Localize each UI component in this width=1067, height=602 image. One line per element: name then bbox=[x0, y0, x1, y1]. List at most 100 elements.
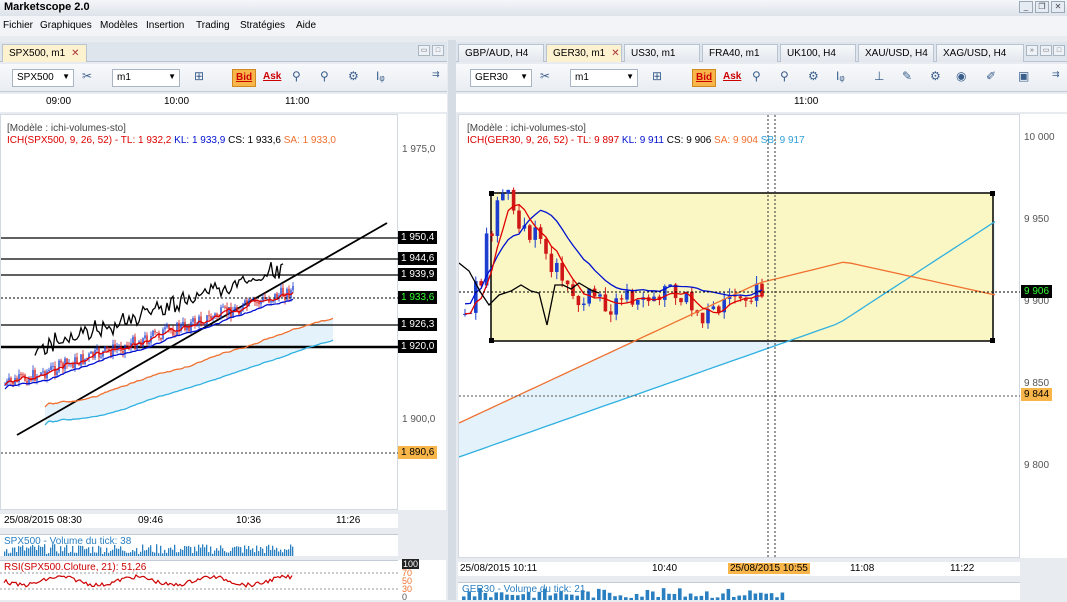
menu-trading[interactable]: Trading bbox=[196, 20, 230, 31]
annotate-icon[interactable]: ✎ bbox=[902, 69, 912, 87]
panel-minimize-icon[interactable]: ▭ bbox=[1040, 45, 1052, 56]
candle-body bbox=[700, 312, 705, 324]
menu-insertion[interactable]: Insertion bbox=[146, 20, 184, 31]
indicator-icon[interactable]: ⚙ bbox=[808, 69, 819, 87]
candle-body bbox=[96, 347, 98, 351]
resize-handle[interactable] bbox=[489, 338, 494, 343]
volume-bar bbox=[182, 549, 184, 556]
symbol-select[interactable]: SPX500 ▼ bbox=[12, 69, 74, 87]
zoom-in-icon[interactable]: ⚲ bbox=[292, 69, 301, 87]
right-tab-bar: GBP/AUD, H4 GER30, m1 ✕ US30, m1 FRA40, m… bbox=[456, 42, 1067, 62]
candle-body bbox=[206, 315, 208, 325]
menu-bar: Fichier Graphiques Modèles Insertion Tra… bbox=[0, 16, 1067, 36]
symbol-select[interactable]: GER30 ▼ bbox=[470, 69, 532, 87]
globe-icon[interactable]: ◉ bbox=[956, 69, 966, 87]
volume-bar bbox=[134, 551, 136, 556]
candle-body bbox=[717, 306, 721, 313]
menu-fichier[interactable]: Fichier bbox=[3, 20, 33, 31]
volume-bar bbox=[140, 551, 142, 556]
volume-bar bbox=[286, 549, 288, 556]
chart-type-icon[interactable]: ⊞ bbox=[194, 69, 204, 87]
zoom-out-icon[interactable]: ⚲ bbox=[320, 69, 329, 87]
minimize-button[interactable]: _ bbox=[1019, 1, 1033, 13]
tab-xag-usd[interactable]: XAG/USD, H4 bbox=[936, 44, 1024, 62]
panel-maximize-icon[interactable]: □ bbox=[432, 45, 444, 56]
tab-overflow-icon[interactable]: » bbox=[1026, 45, 1038, 56]
app-title: Marketscope 2.0 bbox=[4, 1, 90, 13]
toolbar-overflow-icon[interactable]: ⇉ bbox=[1052, 69, 1060, 87]
close-tab-icon[interactable]: ✕ bbox=[611, 48, 619, 59]
menu-aide[interactable]: Aide bbox=[296, 20, 316, 31]
tab-xau-usd[interactable]: XAU/USD, H4 bbox=[858, 44, 934, 62]
candle-body bbox=[22, 374, 24, 376]
volume-bar bbox=[258, 551, 260, 556]
menu-graphiques[interactable]: Graphiques bbox=[40, 20, 92, 31]
remove-indicator-icon[interactable]: ✂ bbox=[540, 69, 550, 87]
volume-bar bbox=[50, 547, 52, 556]
right-price-axis: 10 000 9 950 9 900 9 850 9 800 9 906 9 8… bbox=[1020, 114, 1067, 558]
volume-bar bbox=[645, 589, 650, 600]
restore-button[interactable]: ❐ bbox=[1035, 1, 1049, 13]
zoom-out-icon[interactable]: ⚲ bbox=[780, 69, 789, 87]
properties-icon[interactable]: ⚙ bbox=[930, 69, 941, 87]
remove-indicator-icon[interactable]: ✂ bbox=[82, 69, 92, 87]
volume-bar bbox=[206, 544, 208, 556]
ask-button[interactable]: Ask bbox=[720, 69, 744, 87]
studies-icon[interactable]: Iᵩ bbox=[836, 69, 845, 87]
volume-bar bbox=[521, 594, 525, 600]
menu-strategies[interactable]: Stratégies bbox=[240, 20, 285, 31]
candle-body bbox=[192, 318, 194, 322]
resize-handle[interactable] bbox=[990, 191, 995, 196]
toolbar-overflow-icon[interactable]: ⇉ bbox=[432, 69, 440, 87]
zoom-in-icon[interactable]: ⚲ bbox=[752, 69, 761, 87]
sb-value: SB: 9 917 bbox=[760, 135, 805, 146]
bid-button[interactable]: Bid bbox=[692, 69, 717, 87]
candle-body bbox=[592, 288, 597, 297]
resize-handle[interactable] bbox=[990, 338, 995, 343]
studies-icon[interactable]: Iᵩ bbox=[376, 69, 385, 87]
volume-bar bbox=[94, 552, 96, 556]
crosshair-icon[interactable]: ⊥ bbox=[874, 69, 884, 87]
ask-button[interactable]: Ask bbox=[260, 69, 284, 87]
timeframe-select[interactable]: m1 ▼ bbox=[112, 69, 180, 87]
close-tab-icon[interactable]: ✕ bbox=[71, 48, 79, 59]
candle-body bbox=[280, 287, 282, 296]
tab-uk100[interactable]: UK100, H4 bbox=[780, 44, 856, 62]
volume-bar bbox=[262, 548, 264, 556]
volume-bar bbox=[236, 546, 238, 556]
picture-icon[interactable]: ▣ bbox=[1018, 69, 1029, 87]
candle-body bbox=[690, 291, 694, 311]
right-price-chart[interactable]: [Modèle : ichi-volumes-sto] ICH(GER30, 9… bbox=[458, 114, 1021, 559]
candle-body bbox=[42, 371, 44, 373]
volume-bar bbox=[92, 546, 94, 556]
bid-button[interactable]: Bid bbox=[232, 69, 257, 87]
selection-rectangle[interactable] bbox=[490, 192, 994, 342]
candle-body bbox=[598, 294, 602, 297]
candle-body bbox=[495, 200, 500, 236]
panel-minimize-icon[interactable]: ▭ bbox=[418, 45, 430, 56]
right-date-axis: 25/08/2015 10:11 10:40 25/08/2015 10:55 … bbox=[458, 562, 1020, 576]
candle-body bbox=[711, 306, 716, 310]
chevron-down-icon: ▼ bbox=[626, 72, 634, 81]
volume-bar bbox=[678, 588, 682, 600]
ruler-icon[interactable]: ✐ bbox=[986, 69, 996, 87]
tab-fra40[interactable]: FRA40, m1 bbox=[702, 44, 778, 62]
volume-bar bbox=[244, 545, 246, 556]
left-price-chart[interactable]: [Modèle : ichi-volumes-sto] ICH(SPX500, … bbox=[0, 114, 399, 510]
timeframe-select[interactable]: m1 ▼ bbox=[570, 69, 638, 87]
tab-gbp-aud[interactable]: GBP/AUD, H4 bbox=[458, 44, 544, 62]
volume-bar bbox=[688, 593, 693, 600]
indicator-icon[interactable]: ⚙ bbox=[348, 69, 359, 87]
resize-handle[interactable] bbox=[489, 191, 494, 196]
volume-bar bbox=[672, 593, 677, 600]
panel-maximize-icon[interactable]: □ bbox=[1053, 45, 1065, 56]
menu-modeles[interactable]: Modèles bbox=[100, 20, 138, 31]
volume-bar bbox=[142, 544, 144, 556]
tab-ger30[interactable]: GER30, m1 ✕ bbox=[546, 44, 622, 62]
chart-type-icon[interactable]: ⊞ bbox=[652, 69, 662, 87]
close-button[interactable]: ✕ bbox=[1051, 1, 1065, 13]
tab-spx500[interactable]: SPX500, m1 ✕ bbox=[2, 44, 87, 62]
candle-body bbox=[630, 290, 635, 305]
tab-us30[interactable]: US30, m1 bbox=[624, 44, 700, 62]
panel-splitter[interactable] bbox=[448, 40, 456, 600]
